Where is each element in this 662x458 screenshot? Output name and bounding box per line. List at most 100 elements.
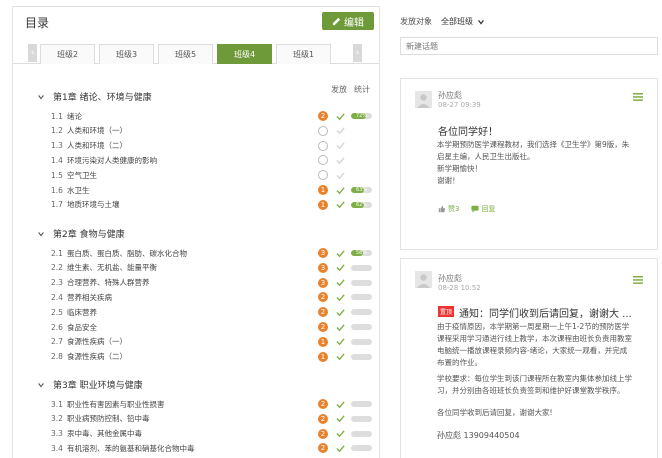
lesson-row[interactable]: 1.4 环境污染对人类健康的影响 bbox=[51, 154, 157, 166]
edit-button[interactable]: 编辑 bbox=[322, 12, 374, 30]
unpublished-circle-icon[interactable] bbox=[318, 155, 328, 166]
chapter-title: 第2章 食物与健康 bbox=[53, 230, 125, 240]
lesson-title: 合理营养、特殊人群营养 bbox=[67, 278, 150, 288]
like-count: 赞3 bbox=[448, 205, 460, 213]
publish-count-badge[interactable]: 2 bbox=[318, 111, 328, 121]
progress-bar: 63% bbox=[351, 187, 372, 193]
lesson-title: 绪论 bbox=[67, 111, 82, 121]
post-time: 08-28 10:52 bbox=[438, 284, 481, 292]
lesson-number: 2.5 bbox=[51, 307, 63, 317]
chapter-heading[interactable]: 第1章 绪论、环境与健康 bbox=[37, 90, 152, 103]
publish-count-badge[interactable]: 2 bbox=[318, 428, 328, 439]
lesson-number: 3.1 bbox=[51, 399, 63, 409]
lesson-row[interactable]: 2.4 营养相关疾病 bbox=[51, 291, 112, 303]
lesson-row[interactable]: 2.3 合理营养、特殊人群营养 bbox=[51, 277, 150, 289]
menu-icon[interactable] bbox=[633, 93, 643, 101]
chapter-heading[interactable]: 第2章 食物与健康 bbox=[37, 227, 125, 240]
chevron-down-icon bbox=[38, 382, 44, 388]
check-icon bbox=[336, 353, 345, 361]
check-icon bbox=[336, 309, 345, 316]
lesson-row[interactable]: 3.2 职业病预防控制、铅中毒 bbox=[51, 413, 150, 425]
unpublished-circle-icon[interactable] bbox=[318, 170, 328, 181]
lesson-row[interactable]: 2.8 食源性疾病（二） bbox=[51, 351, 127, 363]
catalog-header: 目录 编辑 bbox=[13, 7, 379, 35]
tab-class-2[interactable]: 班级2 bbox=[40, 44, 95, 64]
tab-class-4[interactable]: 班级4 bbox=[217, 44, 272, 64]
lesson-title: 人类和环境（一） bbox=[67, 126, 127, 136]
tab-class-5[interactable]: 班级5 bbox=[158, 44, 213, 64]
publish-count-badge[interactable]: 1 bbox=[318, 351, 328, 362]
progress-bar bbox=[351, 445, 372, 452]
post-card: 孙应彪 08-28 10:52 置顶 通知：同学们收到后请回复，谢谢大 ... … bbox=[400, 258, 658, 458]
unpublished-circle-icon[interactable] bbox=[318, 140, 328, 151]
publish-count-badge[interactable]: 2 bbox=[318, 292, 328, 303]
publish-count-badge[interactable]: 3 bbox=[318, 248, 328, 258]
progress-bar bbox=[351, 294, 372, 301]
publish-count-badge[interactable]: 1 bbox=[318, 336, 328, 347]
progress-bar bbox=[351, 279, 372, 286]
tab-scroll-left-icon[interactable]: ‹ bbox=[28, 44, 37, 62]
lesson-title: 职业性有害因素与职业性损害 bbox=[67, 399, 165, 409]
post-title: 各位同学好！ bbox=[438, 127, 498, 138]
tab-class-1[interactable]: 班级1 bbox=[276, 44, 331, 64]
post-time: 08-27 09:39 bbox=[438, 101, 481, 109]
tab-class-3[interactable]: 班级3 bbox=[99, 44, 154, 64]
lesson-title: 维生素、无机盐、能量平衡 bbox=[67, 263, 157, 273]
progress-bar bbox=[351, 415, 372, 422]
publish-count-badge[interactable]: 3 bbox=[318, 262, 328, 273]
lesson-number: 2.7 bbox=[51, 337, 63, 347]
lesson-row[interactable]: 2.7 食源性疾病（一） bbox=[51, 336, 127, 348]
lesson-row[interactable]: 2.2 维生素、无机盐、能量平衡 bbox=[51, 262, 157, 274]
publish-count-badge[interactable]: 2 bbox=[318, 322, 328, 332]
publish-count-badge[interactable]: 1 bbox=[318, 199, 328, 210]
progress-label: 63% bbox=[355, 187, 368, 193]
menu-icon[interactable] bbox=[633, 276, 643, 284]
check-icon bbox=[336, 157, 345, 165]
lesson-row[interactable]: 1.5 空气卫生 bbox=[51, 169, 97, 181]
check-icon bbox=[336, 264, 345, 272]
post-body-line: 布置的作业。 bbox=[437, 358, 482, 367]
lesson-row[interactable]: 1.2 人类和环境（一） bbox=[51, 125, 127, 137]
lesson-row[interactable]: 1.1 绪论 bbox=[51, 110, 82, 122]
check-icon bbox=[336, 323, 345, 331]
chapter-heading[interactable]: 第3章 职业环境与健康 bbox=[37, 378, 143, 391]
post-body: 由于疫情原因，本学期第一周星期一上午1-2节的预防医学 课程采用学习通进行线上教… bbox=[437, 321, 647, 419]
check-icon bbox=[336, 430, 345, 438]
lesson-title: 营养相关疾病 bbox=[67, 292, 112, 302]
publish-count-badge[interactable]: 2 bbox=[318, 443, 328, 454]
post-body: 本学期预防医学课程教材，我们选择《卫生学》第9版，朱 启星主编，人民卫生出版社。… bbox=[437, 139, 647, 187]
publish-count-badge[interactable]: 2 bbox=[318, 307, 328, 318]
lesson-title: 食品安全 bbox=[67, 322, 97, 332]
lesson-title: 水卫生 bbox=[67, 185, 90, 195]
publish-count-badge[interactable]: 2 bbox=[318, 413, 328, 424]
tab-scroll-right-icon[interactable]: › bbox=[353, 44, 362, 62]
unpublished-circle-icon[interactable] bbox=[318, 125, 328, 136]
post-body-line: 课程采用学习通进行线上教学，本次课程由班长负责用教室 bbox=[437, 334, 632, 343]
check-icon bbox=[336, 186, 345, 194]
audience-select[interactable]: 全部班级 bbox=[441, 16, 485, 27]
reply-button[interactable]: 回复 bbox=[471, 204, 495, 214]
post-body-line: 谢谢！ bbox=[437, 176, 460, 185]
publish-count-badge[interactable]: 3 bbox=[318, 277, 328, 288]
lesson-row[interactable]: 3.1 职业性有害因素与职业性损害 bbox=[51, 398, 165, 410]
lesson-number: 2.8 bbox=[51, 352, 63, 362]
check-icon bbox=[336, 112, 345, 120]
lesson-row[interactable]: 1.7 地质环境与土壤 bbox=[51, 199, 120, 211]
like-button[interactable]: 赞3 bbox=[438, 204, 459, 214]
publish-count-badge[interactable]: 2 bbox=[318, 399, 328, 409]
publish-count-badge[interactable]: 1 bbox=[318, 185, 328, 195]
lesson-number: 2.4 bbox=[51, 292, 63, 302]
new-topic-input[interactable] bbox=[400, 37, 658, 55]
lesson-row[interactable]: 2.6 食品安全 bbox=[51, 321, 97, 333]
lesson-row[interactable]: 1.3 人类和环境（二） bbox=[51, 140, 127, 152]
post-author: 孙应彪 bbox=[438, 274, 462, 283]
lesson-row[interactable]: 3.3 汞中毒、其他金属中毒 bbox=[51, 428, 142, 440]
post-body-line: 习，并分别由各班班长负责签到和维护好课堂教学秩序。 bbox=[437, 386, 625, 395]
lesson-row[interactable]: 2.5 临床营养 bbox=[51, 306, 97, 318]
lesson-row[interactable]: 3.4 有机溶剂、苯的氨基和硝基化合物中毒 bbox=[51, 442, 195, 454]
lesson-number: 1.3 bbox=[51, 141, 63, 151]
lesson-title: 食源性疾病（一） bbox=[67, 337, 127, 347]
lesson-row[interactable]: 2.1 蛋白质、蛋白质、脂肪、碳水化合物 bbox=[51, 247, 187, 259]
check-icon bbox=[336, 172, 345, 179]
lesson-row[interactable]: 1.6 水卫生 bbox=[51, 184, 90, 196]
